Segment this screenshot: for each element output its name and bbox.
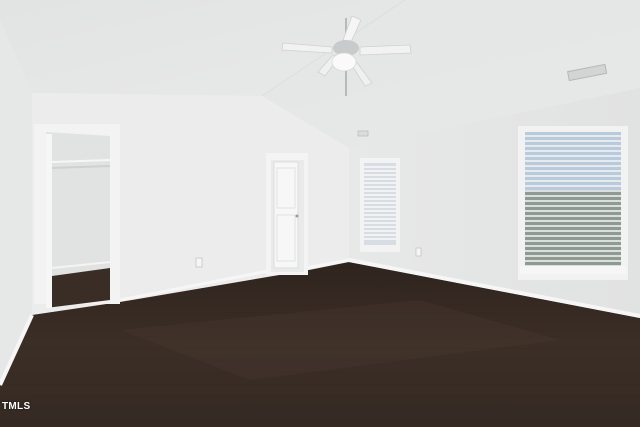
- closet-opening: [34, 124, 120, 308]
- outlet: [415, 247, 422, 257]
- photo-watermark: TMLS: [2, 401, 31, 412]
- large-window: [518, 126, 628, 280]
- small-window: [360, 158, 400, 252]
- room-photo: TMLS: [0, 0, 640, 427]
- outlet: [195, 257, 203, 268]
- room-illustration: [0, 0, 640, 427]
- smoke-detector: [357, 130, 369, 137]
- hallway-door: [266, 153, 308, 275]
